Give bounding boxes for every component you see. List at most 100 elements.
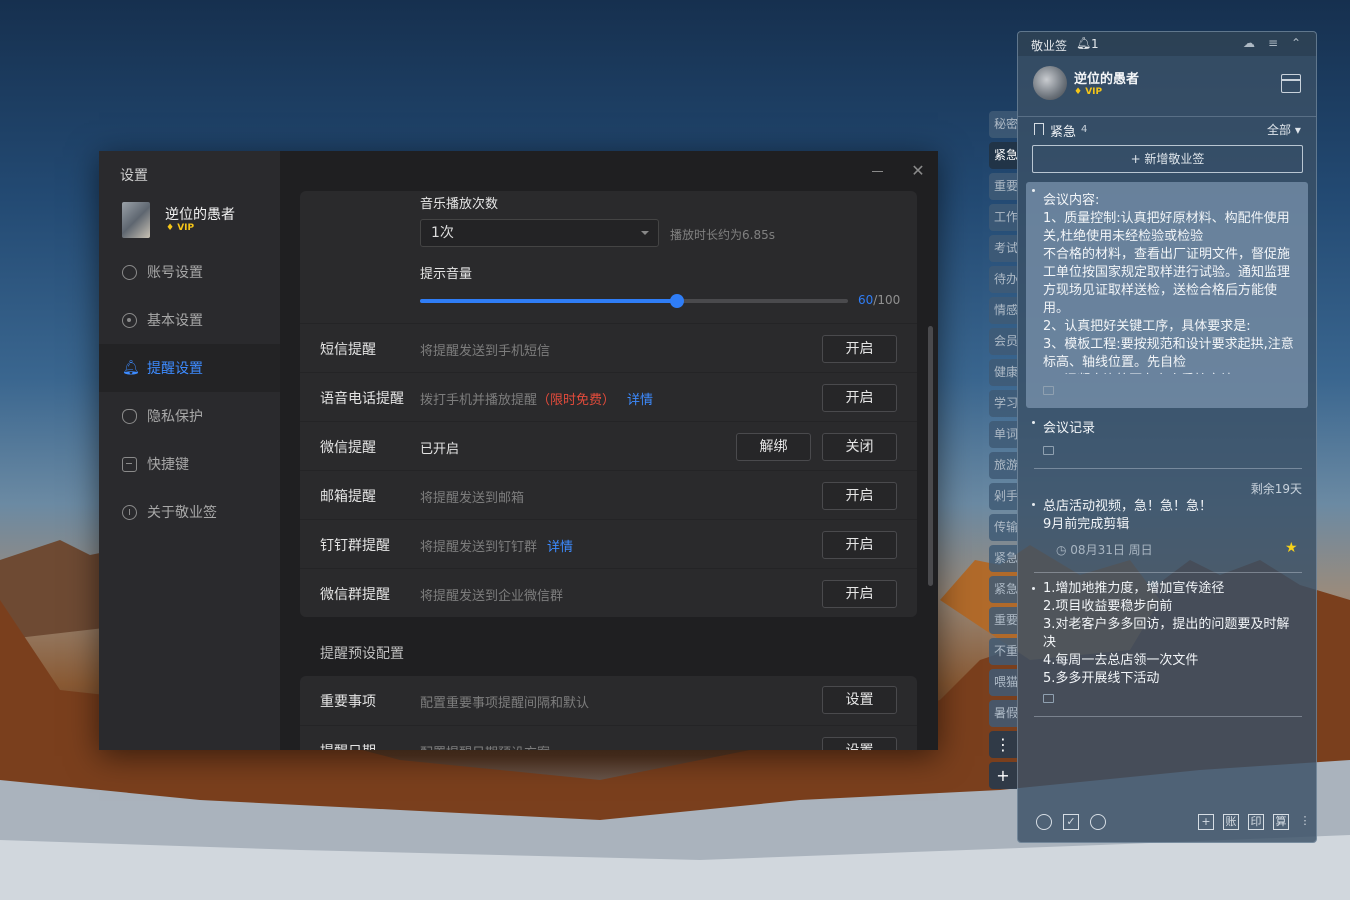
category-tab[interactable]: 重要	[989, 173, 1017, 200]
more-icon[interactable]: ⋮	[1297, 814, 1313, 830]
checkbox-icon[interactable]: ✓	[1063, 814, 1079, 830]
user-icon	[122, 264, 137, 280]
row-title: 微信群提醒	[320, 587, 390, 603]
note-item[interactable]: 1.增加地推力度，增加宣传途径 2.项目收益要稳步向前 3.对老客户多多回访，提…	[1026, 580, 1308, 708]
wechat-reminder-row: 微信提醒 已开启 解绑 关闭	[300, 421, 917, 470]
username: 逆位的愚者	[165, 207, 235, 223]
settings-icon	[122, 312, 137, 328]
avatar[interactable]	[122, 202, 150, 238]
bell-icon[interactable]: 🔔︎	[1076, 36, 1091, 50]
close-icon[interactable]: ✕	[910, 163, 926, 179]
nav-account-settings[interactable]: 账号设置	[99, 248, 280, 296]
category-tab[interactable]: 紧急	[989, 576, 1017, 603]
more-tabs-icon[interactable]: ⋮	[989, 731, 1017, 758]
music-repeat-select[interactable]: 1次	[420, 219, 659, 247]
star-icon[interactable]: ★	[1285, 540, 1298, 556]
volume-slider[interactable]	[420, 294, 848, 308]
category-tab[interactable]: 会员	[989, 328, 1017, 355]
content-scrollbar[interactable]	[928, 326, 933, 586]
category-tab[interactable]: 旅游	[989, 452, 1017, 479]
volume-slider-handle[interactable]	[669, 294, 684, 308]
dingtalk-reminder-row: 钉钉群提醒 将提醒发送到钉钉群 详情 开启	[300, 519, 917, 568]
category-tab[interactable]: 情感	[989, 297, 1017, 324]
username: 逆位的愚者	[1074, 72, 1140, 87]
enable-voice-call-button[interactable]: 开启	[822, 384, 897, 412]
print-button[interactable]: 印	[1248, 814, 1264, 830]
volume-max: /100	[873, 293, 901, 307]
volume-slider-fill	[420, 299, 677, 303]
settings-sidebar: 设置 逆位的愚者 ♦ VIP 账号设置 基本设置 🔔︎ 提醒设置 隐私保护 快捷键…	[99, 151, 280, 750]
note-lock-icon	[1043, 694, 1054, 703]
volume-heading: 提示音量	[420, 267, 473, 282]
add-icon[interactable]: +	[1198, 814, 1214, 830]
filter-dropdown[interactable]: 全部 ▾	[1267, 121, 1301, 138]
search-icon[interactable]	[1090, 814, 1106, 830]
divider	[1034, 572, 1302, 573]
category-tab[interactable]: 学习	[989, 390, 1017, 417]
category-tab[interactable]: 紧急	[989, 142, 1017, 169]
calc-button[interactable]: 算	[1273, 814, 1289, 830]
category-tab[interactable]: 重要	[989, 607, 1017, 634]
window-title: 设置	[120, 168, 148, 184]
category-tab[interactable]: 传输	[989, 514, 1017, 541]
details-link[interactable]: 详情	[547, 540, 573, 555]
avatar[interactable]	[1033, 66, 1067, 100]
configure-important-button[interactable]: 设置	[822, 686, 897, 714]
bullet-icon	[1032, 587, 1035, 590]
category-tab[interactable]: 不重	[989, 638, 1017, 665]
calendar-icon[interactable]	[1280, 74, 1301, 93]
settings-window: 设置 逆位的愚者 ♦ VIP 账号设置 基本设置 🔔︎ 提醒设置 隐私保护 快捷键…	[99, 151, 938, 750]
category-tab[interactable]: 考试	[989, 235, 1017, 262]
clock-icon[interactable]	[1036, 814, 1052, 830]
category-tab[interactable]: 工作	[989, 204, 1017, 231]
cloud-icon[interactable]: ☁	[1242, 36, 1256, 50]
configure-date-button[interactable]: 设置	[822, 737, 897, 750]
enable-dingtalk-button[interactable]: 开启	[822, 531, 897, 559]
row-desc-text: 拨打手机并播放提醒	[420, 393, 538, 408]
category-tab[interactable]: 紧急	[989, 545, 1017, 572]
unbind-wechat-button[interactable]: 解绑	[736, 433, 811, 461]
nav-privacy[interactable]: 隐私保护	[99, 392, 280, 440]
note-item[interactable]: 会议记录	[1026, 414, 1308, 464]
enable-sms-button[interactable]: 开启	[822, 335, 897, 363]
collapse-icon[interactable]: ⌃	[1289, 36, 1303, 50]
minimize-button[interactable]	[872, 171, 883, 172]
ledger-button[interactable]: 账	[1223, 814, 1239, 830]
row-title: 钉钉群提醒	[320, 538, 390, 554]
category-tab[interactable]: 单词	[989, 421, 1017, 448]
new-note-button[interactable]: + 新增敬业签	[1032, 145, 1303, 173]
disable-wechat-button[interactable]: 关闭	[822, 433, 897, 461]
bookmark-icon	[1034, 123, 1044, 135]
add-tab-icon[interactable]: +	[989, 762, 1017, 789]
nav-label: 快捷键	[147, 457, 189, 473]
note-item[interactable]: 会议内容: 1、质量控制:认真把好原材料、构配件使用关,杜绝使用未经检验或检验 …	[1026, 182, 1308, 408]
reminder-date-row: 提醒日期 配置提醒日期预设方案 设置	[300, 725, 917, 750]
row-title: 邮箱提醒	[320, 489, 376, 505]
nav-reminder-settings[interactable]: 🔔︎ 提醒设置	[99, 344, 280, 392]
free-badge: （限时免费）	[537, 393, 616, 408]
volume-value: 60	[858, 293, 874, 307]
sms-reminder-row: 短信提醒 将提醒发送到手机短信 开启	[300, 323, 917, 372]
category-tab[interactable]: 剁手	[989, 483, 1017, 510]
category-tab[interactable]: 待办	[989, 266, 1017, 293]
email-reminder-row: 邮箱提醒 将提醒发送到邮箱 开启	[300, 470, 917, 519]
nav-basic-settings[interactable]: 基本设置	[99, 296, 280, 344]
note-lock-icon	[1043, 386, 1054, 395]
nav-shortcuts[interactable]: 快捷键	[99, 440, 280, 488]
info-icon	[122, 504, 137, 520]
category-tab[interactable]: 健康	[989, 359, 1017, 386]
details-link[interactable]: 详情	[627, 393, 653, 408]
category-tab[interactable]: 喂猫	[989, 669, 1017, 696]
row-desc-text: 将提醒发送到钉钉群	[420, 540, 538, 555]
voice-call-reminder-row: 语音电话提醒 拨打手机并播放提醒（限时免费） 详情 开启	[300, 372, 917, 421]
vip-label: VIP	[177, 223, 195, 233]
category-count: 4	[1081, 124, 1088, 135]
enable-wechat-group-button[interactable]: 开启	[822, 580, 897, 608]
nav-about[interactable]: 关于敬业签	[99, 488, 280, 536]
category-tab[interactable]: 暑假	[989, 700, 1017, 727]
notes-titlebar: 敬业签 🔔︎ 1 ☁ ≡ ⌃	[1018, 32, 1316, 56]
enable-email-button[interactable]: 开启	[822, 482, 897, 510]
menu-icon[interactable]: ≡	[1266, 36, 1280, 50]
wechat-group-reminder-row: 微信群提醒 将提醒发送到企业微信群 开启	[300, 568, 917, 617]
category-tab[interactable]: 秘密	[989, 111, 1017, 138]
